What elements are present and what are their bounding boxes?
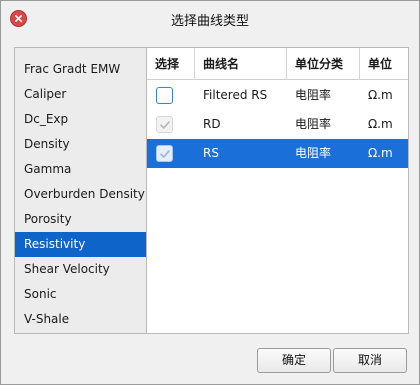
category-item[interactable]: Sonic	[15, 282, 146, 307]
category-item[interactable]: Shear Velocity	[15, 257, 146, 282]
unit-class-cell: 电阻率	[295, 88, 332, 102]
table-row[interactable]: RD 电阻率 Ω.m	[147, 110, 408, 139]
table-row[interactable]: RS 电阻率 Ω.m	[147, 139, 408, 168]
unit-cell: Ω.m	[368, 117, 393, 131]
unit-class-cell: 电阻率	[295, 117, 332, 131]
category-item[interactable]: Overburden Density	[15, 182, 146, 207]
category-item[interactable]: Density	[15, 132, 146, 157]
select-cell	[147, 110, 195, 139]
checkmark-icon	[160, 150, 170, 158]
unit-cell: Ω.m	[368, 88, 393, 102]
curve-category-list: Frac Gradt EMW Caliper Dc_Exp Density Gamma O…	[14, 47, 147, 334]
category-item[interactable]: Dc_Exp	[15, 107, 146, 132]
select-checkbox	[156, 145, 173, 162]
title-bar: 选择曲线类型	[1, 1, 419, 35]
curve-name-cell: Filtered RS	[203, 88, 268, 102]
category-item[interactable]: Resistivity	[15, 232, 146, 257]
category-item[interactable]: Gamma	[15, 157, 146, 182]
curve-name-cell: RD	[203, 117, 221, 131]
checkmark-icon	[160, 121, 170, 129]
ok-button[interactable]: 确定	[257, 348, 331, 373]
select-cell	[147, 139, 195, 168]
header-curve-name[interactable]: 曲线名	[195, 48, 287, 80]
table-header: 选择 曲线名 单位分类 单位	[147, 48, 408, 80]
header-select[interactable]: 选择	[147, 48, 195, 80]
cancel-button[interactable]: 取消	[333, 348, 407, 373]
dialog-title: 选择曲线类型	[170, 14, 249, 29]
header-unit-class[interactable]: 单位分类	[287, 48, 360, 80]
select-checkbox[interactable]	[156, 87, 173, 104]
curve-name-cell: RS	[203, 146, 219, 160]
unit-class-cell: 电阻率	[295, 146, 332, 160]
category-item[interactable]: Caliper	[15, 82, 146, 107]
curve-table: 选择 曲线名 单位分类 单位 Filtered RS 电阻率 Ω.m RD 电阻率 Ω.m…	[147, 47, 409, 334]
category-item[interactable]: Porosity	[15, 207, 146, 232]
unit-cell: Ω.m	[368, 146, 393, 160]
category-item[interactable]: V-Shale	[15, 307, 146, 332]
category-items: Frac Gradt EMW Caliper Dc_Exp Density Gamma O…	[15, 57, 146, 332]
table-body: Filtered RS 电阻率 Ω.m RD 电阻率 Ω.m RS 电阻率 Ω.m	[147, 81, 408, 168]
select-cell	[147, 81, 195, 110]
header-unit[interactable]: 单位	[360, 48, 408, 80]
select-checkbox	[156, 116, 173, 133]
category-item[interactable]: Frac Gradt EMW	[15, 57, 146, 82]
table-row[interactable]: Filtered RS 电阻率 Ω.m	[147, 81, 408, 110]
dialog-window: 选择曲线类型 Frac Gradt EMW Caliper Dc_Exp Densit…	[0, 0, 420, 385]
